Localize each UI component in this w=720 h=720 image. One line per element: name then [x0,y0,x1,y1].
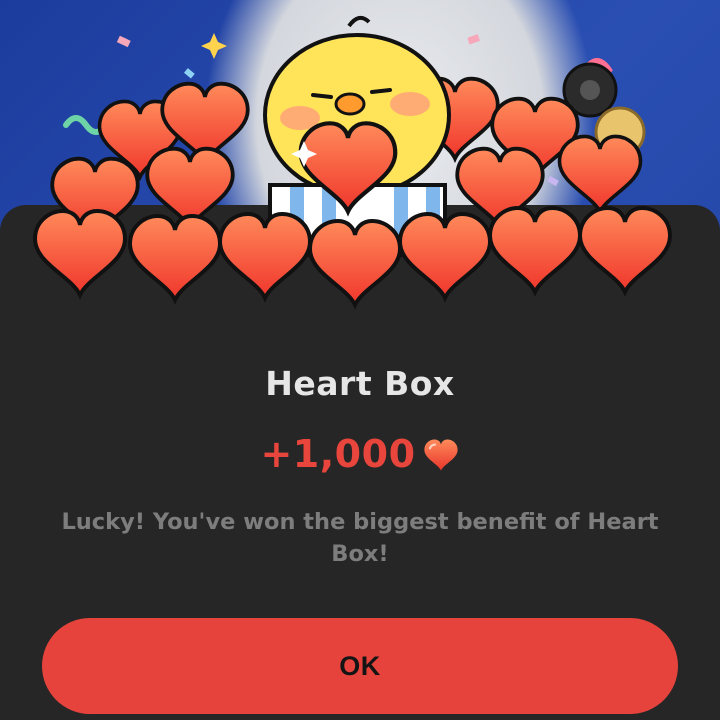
reward-amount: +1,000 [260,432,416,476]
dialog-title: Heart Box [265,364,455,403]
ok-button[interactable]: OK [42,618,678,714]
heart-icon [423,439,458,471]
reward-message: Lucky! You've won the biggest benefit of… [61,509,659,567]
heart-box-illustration [33,15,672,307]
reward-row: +1,000 [0,432,720,476]
ok-button-label: OK [339,650,381,681]
